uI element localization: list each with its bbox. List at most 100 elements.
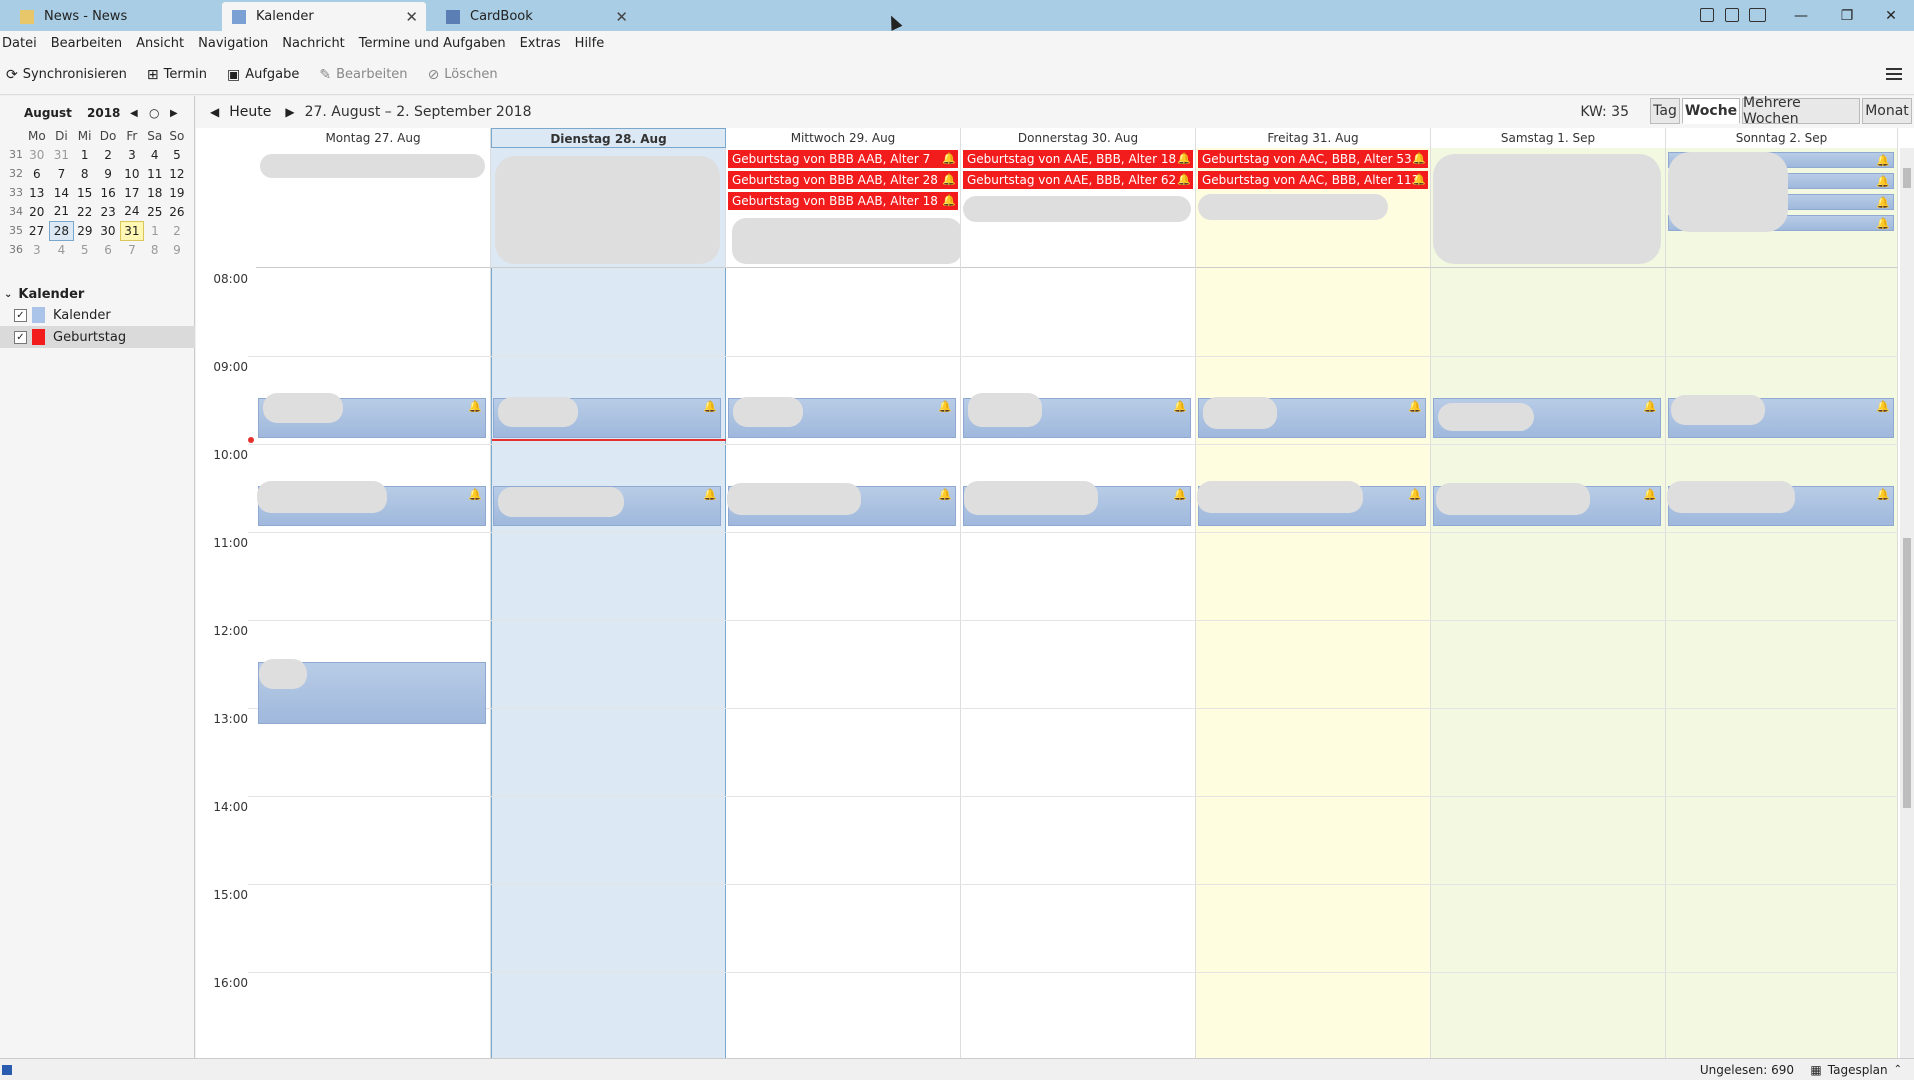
allday-mon[interactable] bbox=[256, 148, 491, 268]
minical-day[interactable]: 8 bbox=[73, 164, 96, 183]
view-month-button[interactable]: Monat bbox=[1862, 98, 1912, 124]
edit-button[interactable]: ✎ Bearbeiten bbox=[319, 67, 407, 83]
minical-day[interactable]: 30 bbox=[24, 145, 50, 164]
minical-day[interactable]: 7 bbox=[50, 164, 74, 183]
calendar-toggle-icon[interactable] bbox=[1700, 8, 1714, 22]
day-column-thu[interactable] bbox=[961, 268, 1196, 1058]
menu-file[interactable]: Datei bbox=[2, 36, 37, 51]
allday-thu[interactable]: Geburtstag von AAE, BBB, Alter 18 🔔 Gebur… bbox=[961, 148, 1196, 268]
next-month-icon[interactable]: ▶ bbox=[170, 108, 178, 119]
minical-day[interactable]: 3 bbox=[120, 145, 144, 164]
birthday-event[interactable]: Geburtstag von AAC, BBB, Alter 113 🔔 bbox=[1198, 171, 1428, 189]
menu-navigation[interactable]: Navigation bbox=[198, 36, 268, 51]
event-block[interactable]: 🔔 bbox=[728, 397, 956, 438]
event-block[interactable]: 🔔 bbox=[1433, 483, 1661, 526]
minical-day[interactable]: 18 bbox=[144, 183, 166, 202]
minical-day[interactable]: 2 bbox=[166, 221, 188, 240]
day-column-wed[interactable] bbox=[726, 268, 961, 1058]
checkbox-geburtstag[interactable]: ✓ bbox=[14, 330, 27, 344]
minical-day[interactable]: 25 bbox=[144, 202, 166, 221]
minical-day[interactable]: 26 bbox=[166, 202, 188, 221]
minical-day[interactable]: 8 bbox=[144, 240, 166, 259]
checkbox-kalender[interactable]: ✓ bbox=[14, 308, 27, 322]
menu-extras[interactable]: Extras bbox=[520, 36, 561, 51]
minical-month[interactable]: August bbox=[24, 106, 72, 120]
restore-button[interactable]: ❐ bbox=[1824, 0, 1870, 31]
minical-day[interactable]: 28 bbox=[49, 220, 74, 241]
event-block[interactable]: 🔔 bbox=[493, 486, 721, 526]
event-block[interactable]: 🔔 bbox=[257, 481, 486, 526]
day-header-wed[interactable]: Mittwoch 29. Aug bbox=[726, 128, 961, 148]
menu-help[interactable]: Hilfe bbox=[575, 36, 605, 51]
minical-day[interactable]: 31 bbox=[119, 220, 145, 241]
minical-day[interactable]: 24 bbox=[120, 202, 144, 221]
minical-day[interactable]: 10 bbox=[120, 164, 144, 183]
day-column-sun[interactable] bbox=[1666, 268, 1898, 1058]
minical-day[interactable]: 5 bbox=[166, 145, 188, 164]
allday-tue[interactable] bbox=[491, 148, 726, 268]
minical-day[interactable]: 21 bbox=[50, 202, 74, 221]
today-circle-icon[interactable]: ○ bbox=[149, 106, 159, 120]
minical-day[interactable]: 20 bbox=[24, 202, 50, 221]
view-multiweek-button[interactable]: Mehrere Wochen bbox=[1742, 95, 1860, 127]
event-block[interactable] bbox=[258, 659, 486, 724]
redacted-event[interactable] bbox=[1433, 154, 1661, 264]
minical-day[interactable]: 23 bbox=[96, 202, 120, 221]
minical-day[interactable]: 9 bbox=[96, 164, 120, 183]
redacted-event[interactable] bbox=[963, 196, 1191, 222]
day-header-tue[interactable]: Dienstag 28. Aug bbox=[491, 128, 726, 148]
tab-calendar[interactable]: Kalender ✕ bbox=[222, 2, 426, 31]
event-block[interactable]: 🔔 bbox=[1667, 481, 1894, 526]
tab-cardbook[interactable]: CardBook ✕ bbox=[436, 2, 636, 31]
event-block[interactable]: 🔔 bbox=[963, 393, 1191, 438]
close-window-button[interactable]: ✕ bbox=[1868, 0, 1914, 31]
event-block[interactable]: 🔔 bbox=[493, 397, 721, 438]
calendar-list-title[interactable]: ⌄ Kalender bbox=[0, 284, 195, 304]
minical-day[interactable]: 4 bbox=[50, 240, 74, 259]
minimize-button[interactable]: — bbox=[1778, 0, 1824, 31]
redacted-event[interactable] bbox=[1668, 152, 1788, 232]
minical-day[interactable]: 9 bbox=[166, 240, 188, 259]
minical-day[interactable]: 1 bbox=[73, 145, 96, 164]
minical-day[interactable]: 27 bbox=[24, 221, 50, 240]
minical-day[interactable]: 5 bbox=[73, 240, 96, 259]
minical-day[interactable]: 11 bbox=[144, 164, 166, 183]
day-header-fri[interactable]: Freitag 31. Aug bbox=[1196, 128, 1431, 148]
minical-day[interactable]: 6 bbox=[96, 240, 120, 259]
menu-icon[interactable] bbox=[1886, 65, 1902, 83]
minical-day[interactable]: 1 bbox=[144, 221, 166, 240]
tab-news[interactable]: News - News bbox=[10, 2, 220, 31]
day-column-fri[interactable] bbox=[1196, 268, 1431, 1058]
minical-day[interactable]: 12 bbox=[166, 164, 188, 183]
menu-events-tasks[interactable]: Termine und Aufgaben bbox=[359, 36, 506, 51]
layout-toggle-icon[interactable] bbox=[1749, 8, 1766, 22]
minical-year[interactable]: 2018 bbox=[87, 106, 120, 120]
day-column-tue[interactable] bbox=[491, 268, 726, 1058]
prev-month-icon[interactable]: ◀ bbox=[130, 108, 138, 119]
minical-day[interactable]: 16 bbox=[96, 183, 120, 202]
redacted-event[interactable] bbox=[732, 218, 962, 264]
allday-wed[interactable]: Geburtstag von BBB AAB, Alter 7 🔔 Geburts… bbox=[726, 148, 962, 268]
birthday-event[interactable]: Geburtstag von AAC, BBB, Alter 53 🔔 bbox=[1198, 150, 1428, 168]
minical-day[interactable]: 3 bbox=[24, 240, 50, 259]
event-block[interactable]: 🔔 bbox=[963, 481, 1191, 526]
prev-week-icon[interactable]: ◀ bbox=[210, 105, 219, 119]
minical-day[interactable]: 17 bbox=[120, 183, 144, 202]
delete-button[interactable]: ⊘ Löschen bbox=[428, 67, 498, 83]
minical-day[interactable]: 15 bbox=[73, 183, 96, 202]
minical-day[interactable]: 31 bbox=[50, 145, 74, 164]
view-day-button[interactable]: Tag bbox=[1650, 98, 1680, 124]
minical-day[interactable]: 19 bbox=[166, 183, 188, 202]
event-block[interactable]: 🔔 bbox=[1668, 395, 1894, 438]
redacted-event[interactable] bbox=[495, 156, 720, 264]
today-pane-button[interactable]: ▦ Tagesplan ⌃ bbox=[1810, 1063, 1902, 1077]
event-block[interactable]: 🔔 bbox=[1198, 397, 1426, 438]
close-icon[interactable]: ✕ bbox=[405, 8, 418, 26]
calendar-item-geburtstag[interactable]: ✓ Geburtstag bbox=[0, 326, 195, 348]
event-block[interactable]: 🔔 bbox=[1197, 481, 1426, 526]
allday-fri[interactable]: Geburtstag von AAC, BBB, Alter 53 🔔 Gebur… bbox=[1196, 148, 1431, 268]
minical-day[interactable]: 2 bbox=[96, 145, 120, 164]
tasks-toggle-icon[interactable] bbox=[1725, 8, 1739, 22]
menu-view[interactable]: Ansicht bbox=[136, 36, 184, 51]
day-column-sat[interactable] bbox=[1431, 268, 1666, 1058]
